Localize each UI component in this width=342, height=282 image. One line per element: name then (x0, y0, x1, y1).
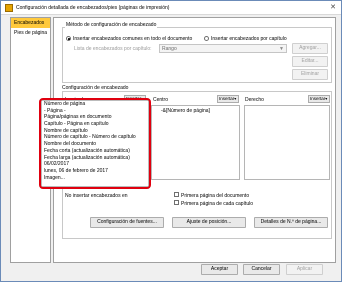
apply-button[interactable]: Aplicar (286, 264, 323, 275)
menu-item-chapter-page[interactable]: Capítulo - Página en capítulo (42, 121, 148, 128)
font-settings-button[interactable]: Configuración de fuentes... (90, 217, 164, 228)
method-group-label: Método de configuración de encabezado (65, 22, 158, 28)
menu-item-short-date[interactable]: Fecha corta (actualización automática) (42, 148, 148, 155)
center-header-field[interactable]: -&[Número de página] (151, 105, 240, 180)
first-page-chapter-checkbox[interactable] (174, 200, 179, 205)
cancel-button[interactable]: Cancelar (243, 264, 280, 275)
chapter-list-label: Lista de encabezados por capítulo: (74, 46, 152, 52)
sidebar-item-headers[interactable]: Encabezados (11, 18, 50, 28)
edit-button[interactable]: Editar... (292, 56, 328, 67)
insert-right-label: Insertar (310, 96, 326, 101)
radio-all-document-label: Insertar encabezados comunes en todo el … (73, 36, 193, 42)
menu-item-document-name[interactable]: Nombre del documento (42, 141, 148, 148)
page-number-details-button[interactable]: Detalles de N.º de página... (254, 217, 328, 228)
menu-item-page-number[interactable]: Número de página (42, 101, 148, 108)
right-column-label: Derecho (245, 97, 264, 103)
center-header-value: -&[Número de página] (161, 108, 210, 114)
app-icon (5, 4, 13, 12)
first-page-chapter-label: Primera página de cada capítulo (181, 201, 253, 207)
menu-item-fixed-long-date[interactable]: lunes, 06 de febrero de 2017 (42, 168, 148, 175)
window-title: Configuración detallada de encabezados/p… (16, 5, 170, 11)
close-icon[interactable]: ✕ (328, 3, 338, 12)
chevron-down-icon: ▾ (234, 96, 237, 101)
radio-by-chapter[interactable] (204, 36, 209, 41)
accept-button[interactable]: Aceptar (201, 264, 238, 275)
menu-item-chapter-number[interactable]: Número de capítulo - Número de capítulo (42, 134, 148, 141)
title-bar: Configuración detallada de encabezados/p… (1, 1, 341, 15)
radio-all-document[interactable] (66, 36, 71, 41)
menu-item-dash-page[interactable]: - Página - (42, 108, 148, 115)
chapter-combo-value: Rango (162, 46, 177, 52)
delete-button[interactable]: Eliminar (292, 69, 328, 80)
add-button[interactable]: Agregar... (292, 43, 328, 54)
dialog-window: Configuración detallada de encabezados/p… (0, 0, 342, 282)
menu-item-long-date[interactable]: Fecha larga (actualización automática) (42, 155, 148, 162)
insert-center-button[interactable]: Insertar▾ (217, 95, 239, 103)
insert-right-button[interactable]: Insertar▾ (308, 95, 330, 103)
menu-item-fixed-date[interactable]: 06/02/2017 (42, 161, 148, 168)
center-column-label: Centro (153, 97, 169, 103)
menu-item-chapter-name[interactable]: Nombre de capítulo (42, 128, 148, 135)
position-adjust-button[interactable]: Ajuste de posición... (172, 217, 246, 228)
chevron-down-icon: ▼ (279, 46, 284, 52)
sidebar-item-footers[interactable]: Pies de página (11, 28, 50, 38)
menu-item-image[interactable]: Imagen... (42, 175, 148, 182)
chapter-combo[interactable]: Rango ▼ (159, 44, 287, 53)
first-page-document-checkbox[interactable] (174, 192, 179, 197)
no-insert-label: No insertar encabezados en (65, 193, 128, 199)
menu-item-pages-in-document[interactable]: Página/páginas en documento (42, 114, 148, 121)
radio-by-chapter-label: Insertar encabezados por capítulo (211, 36, 287, 42)
insert-center-label: Insertar (219, 96, 235, 101)
insert-menu: Número de página - Página - Página/págin… (41, 100, 149, 187)
chevron-down-icon: ▾ (325, 96, 328, 101)
right-header-field[interactable] (244, 105, 330, 180)
first-page-document-label: Primera página del documento (181, 193, 250, 199)
